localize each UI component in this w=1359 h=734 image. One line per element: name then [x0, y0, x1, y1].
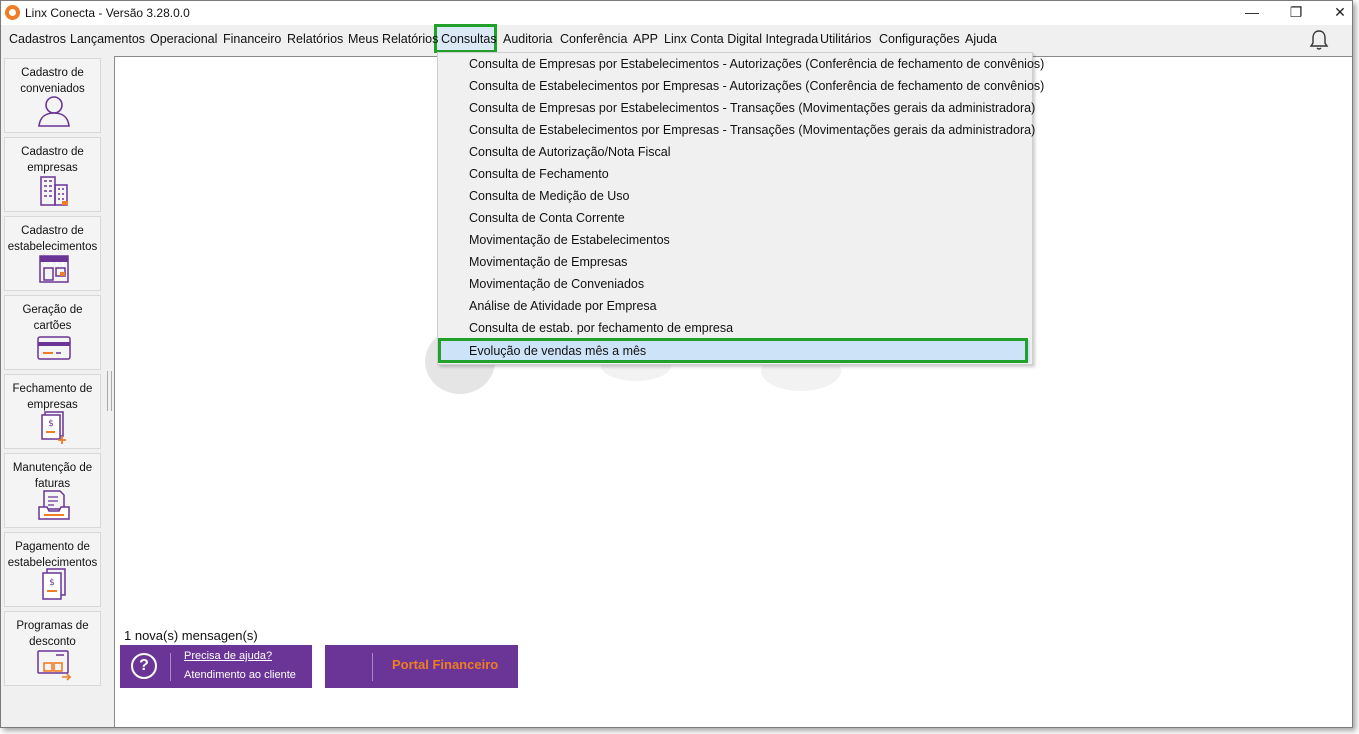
menu-item[interactable]: Consulta de Medição de Uso [438, 185, 1030, 207]
menu-operacional[interactable]: Operacional [150, 32, 217, 46]
sidebar-item-manutencao-faturas[interactable]: Manutenção de faturas [4, 453, 101, 528]
invoice-tray-icon [38, 490, 70, 520]
sidebar-item-cadastro-conveniados[interactable]: Cadastro de conveniados [4, 58, 101, 133]
sidebar-item-fechamento-empresas[interactable]: Fechamento de empresas $ [4, 374, 101, 449]
consultas-dropdown: Consulta de Empresas por Estabelecimento… [437, 52, 1044, 365]
menu-configuracoes[interactable]: Configurações [879, 32, 960, 46]
sidebar-item-cadastro-estabelecimentos[interactable]: Cadastro de estabelecimentos [4, 216, 101, 291]
svg-text:$: $ [48, 419, 54, 429]
menu-item[interactable]: Movimentação de Conveniados [438, 273, 1030, 295]
app-window: Linx Conecta - Versão 3.28.0.0 — ❐ ✕ Cad… [0, 0, 1353, 728]
discount-card-icon [37, 650, 72, 681]
portal-financeiro-button[interactable]: Portal Financeiro [325, 645, 518, 688]
divider [372, 653, 373, 681]
help-panel[interactable]: ? Precisa de ajuda? Atendimento ao clien… [120, 645, 312, 688]
menu-item[interactable]: Consulta de Autorização/Nota Fiscal [438, 141, 1030, 163]
menu-consultas[interactable]: Consultas [441, 32, 497, 46]
bell-icon[interactable] [1309, 29, 1329, 51]
app-logo-icon [5, 5, 20, 20]
help-link[interactable]: Precisa de ajuda? [184, 650, 272, 662]
menu-utilitarios[interactable]: Utilitários [820, 32, 871, 46]
sidebar-item-cadastro-empresas[interactable]: Cadastro de empresas [4, 137, 101, 212]
help-subtitle: Atendimento ao cliente [184, 669, 296, 681]
menu-item[interactable]: Consulta de Fechamento [438, 163, 1030, 185]
divider [170, 653, 171, 681]
minimize-button[interactable]: — [1229, 1, 1275, 25]
closing-document-icon: $ [41, 411, 66, 444]
sidebar-splitter[interactable] [107, 371, 112, 411]
menu-conferencia[interactable]: Conferência [560, 32, 627, 46]
close-button[interactable]: ✕ [1317, 1, 1352, 25]
menu-item[interactable]: Análise de Atividade por Empresa [438, 295, 1030, 317]
payment-document-icon: $ [42, 568, 66, 600]
help-icon: ? [131, 653, 157, 679]
sidebar-item-pagamento-estabelecimentos[interactable]: Pagamento de estabelecimentos $ [4, 532, 101, 607]
menu-ajuda[interactable]: Ajuda [965, 32, 997, 46]
menu-cadastros[interactable]: Cadastros [9, 32, 66, 46]
sidebar-item-programas-desconto[interactable]: Programas de desconto [4, 611, 101, 686]
menu-item[interactable]: Consulta de Empresas por Estabelecimento… [438, 97, 1035, 119]
menu-linx-conta-digital[interactable]: Linx Conta Digital Integrada [664, 32, 818, 46]
title-bar: Linx Conecta - Versão 3.28.0.0 — ❐ ✕ [1, 1, 1352, 25]
user-icon [38, 96, 70, 127]
restore-button[interactable]: ❐ [1273, 1, 1319, 25]
building-icon [40, 176, 68, 206]
menu-financeiro[interactable]: Financeiro [223, 32, 281, 46]
menu-app[interactable]: APP [633, 32, 658, 46]
menu-item[interactable]: Consulta de estab. por fechamento de emp… [438, 317, 1030, 339]
menu-meus-relatorios[interactable]: Meus Relatórios [348, 32, 438, 46]
selected-item-highlight [438, 338, 1028, 363]
window-title: Linx Conecta - Versão 3.28.0.0 [25, 6, 190, 20]
menu-item[interactable]: Consulta de Empresas por Estabelecimento… [438, 53, 1044, 75]
menu-item[interactable]: Consulta de Estabelecimentos por Empresa… [438, 119, 1035, 141]
menu-relatorios[interactable]: Relatórios [287, 32, 343, 46]
menu-item[interactable]: Movimentação de Estabelecimentos [438, 229, 1030, 251]
menu-item[interactable]: Movimentação de Empresas [438, 251, 1030, 273]
menu-auditoria[interactable]: Auditoria [503, 32, 552, 46]
sidebar: Cadastro de conveniados Cadastro de empr… [1, 55, 105, 727]
menu-item[interactable]: Consulta de Conta Corrente [438, 207, 1030, 229]
portal-financeiro-label: Portal Financeiro [392, 657, 499, 672]
menu-item[interactable]: Consulta de Estabelecimentos por Empresa… [438, 75, 1044, 97]
store-icon [39, 255, 69, 283]
card-icon [37, 336, 71, 360]
menu-lancamentos[interactable]: Lançamentos [70, 32, 145, 46]
svg-text:$: $ [49, 578, 55, 588]
sidebar-item-geracao-cartoes[interactable]: Geração de cartões [4, 295, 101, 370]
message-count[interactable]: 1 nova(s) mensagen(s) [124, 628, 258, 643]
